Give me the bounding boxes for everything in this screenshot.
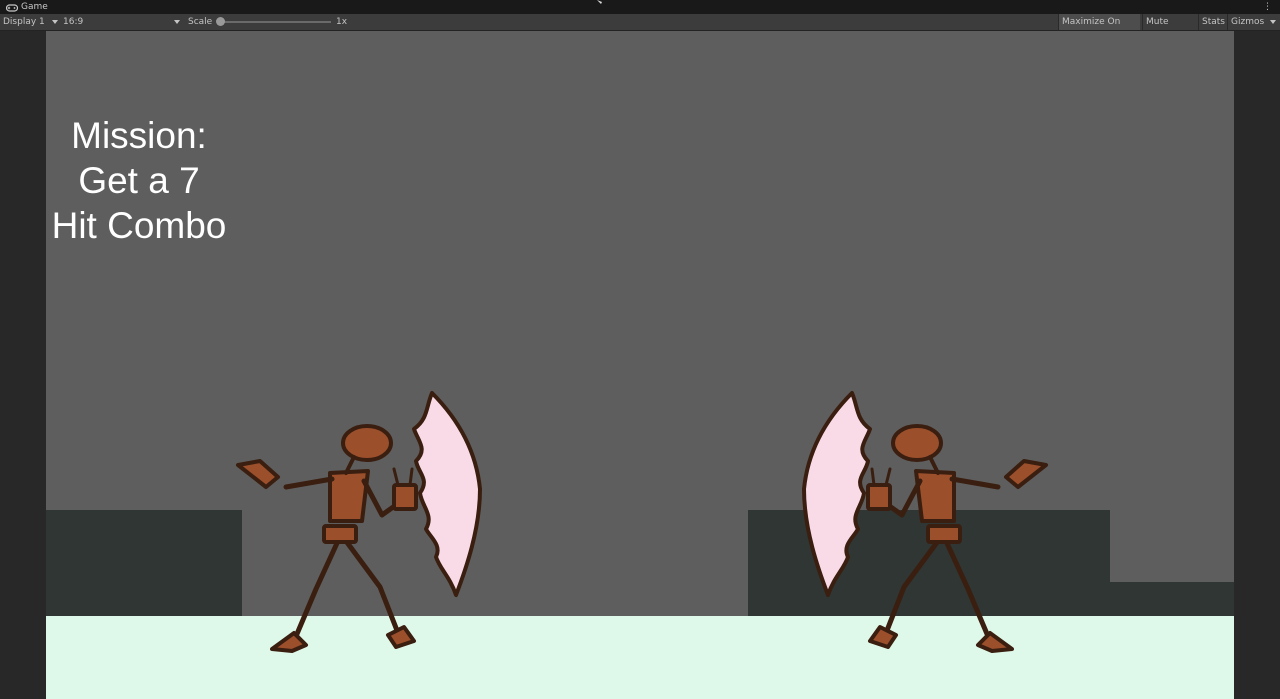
mission-line-1: Mission:	[71, 115, 207, 156]
game-viewport[interactable]: Mission: Get a 7 Hit Combo	[46, 31, 1234, 699]
game-tab[interactable]: Game	[6, 1, 48, 14]
mission-line-3: Hit Combo	[51, 205, 227, 246]
enemy-fighter	[802, 391, 1048, 653]
scale-value: 1x	[336, 17, 348, 27]
aspect-dropdown-chevron-icon[interactable]	[174, 20, 180, 24]
maximize-on-play-toggle[interactable]: Maximize On Play	[1058, 14, 1140, 43]
game-tab-label: Game	[21, 2, 48, 12]
right-platform-low	[1110, 582, 1234, 618]
scale-slider-track[interactable]	[221, 21, 331, 23]
scale-slider-handle[interactable]	[216, 17, 225, 26]
ground-floor	[46, 616, 1234, 699]
kebab-icon[interactable]: ⋮	[1263, 0, 1272, 14]
mouse-cursor-icon	[597, 0, 602, 4]
player-fighter	[236, 391, 482, 653]
editor-tab-bar: Game ⋮	[0, 0, 1280, 14]
left-platform	[46, 510, 242, 618]
gizmos-toggle[interactable]: Gizmos	[1227, 14, 1267, 30]
display-dropdown-chevron-icon[interactable]	[52, 20, 58, 24]
stats-toggle[interactable]: Stats	[1198, 14, 1226, 30]
gamepad-icon	[6, 3, 18, 12]
game-view-toolbar: Display 1 16:9 Scale 1x Maximize On Play…	[0, 14, 1280, 43]
mission-text: Mission: Get a 7 Hit Combo	[46, 113, 232, 248]
mission-line-2: Get a 7	[78, 160, 200, 201]
display-dropdown[interactable]: Display 1	[3, 14, 45, 30]
mute-audio-toggle[interactable]: Mute Audio	[1142, 14, 1197, 43]
aspect-ratio-dropdown[interactable]: 16:9	[63, 14, 83, 30]
scale-label: Scale	[188, 17, 213, 27]
gizmos-chevron-icon[interactable]	[1270, 20, 1276, 24]
